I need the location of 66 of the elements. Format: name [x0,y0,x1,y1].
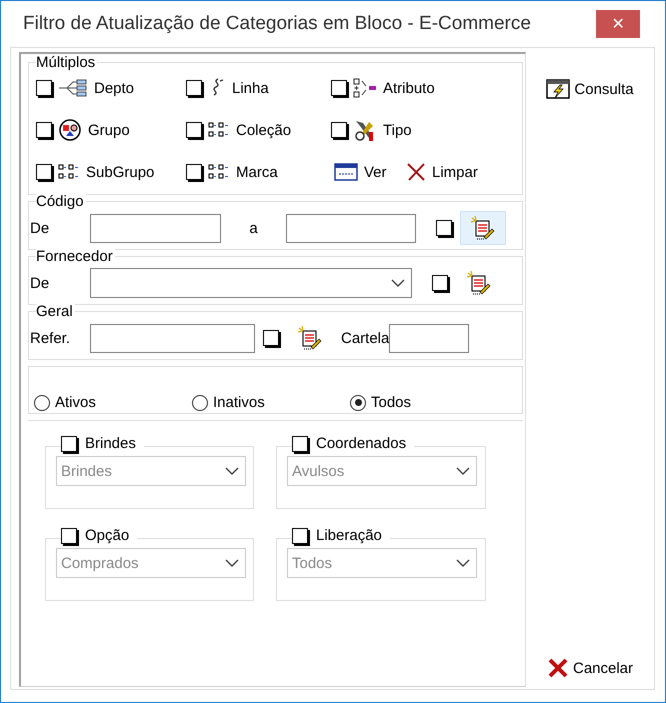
cancel-button[interactable]: Cancelar [544,655,636,681]
radio-circle[interactable] [192,394,208,410]
edit-button[interactable] [460,211,506,245]
toolbar-button[interactable]: Ver [331,157,390,187]
checkbox-label: Coleção [236,122,292,138]
input-field[interactable] [90,324,255,352]
chevron-down-icon [391,279,405,287]
attribute-icon [353,78,377,98]
edit-document-icon [466,270,492,296]
radio-option[interactable]: Todos [350,394,508,411]
tree-diagram-icon [58,79,88,97]
group-title: Código [36,193,86,210]
group-title: Múltiplos [36,54,98,71]
grid-dots-icon [208,163,230,181]
radio-circle[interactable] [350,394,366,410]
chevron-down-icon [225,467,239,475]
checkbox[interactable] [331,122,347,138]
chevron-down-icon [225,559,239,567]
checkbox[interactable] [36,122,52,138]
checkbox[interactable] [186,164,202,180]
checkbox-label: Grupo [88,122,130,138]
checkbox[interactable] [436,220,452,236]
radio-option[interactable]: Inativos [192,394,350,411]
input-field[interactable] [90,214,221,242]
window-title: Filtro de Atualização de Categorias em Bloco - E-Commerce [23,13,531,35]
radio-option[interactable]: Ativos [34,394,192,411]
group-circle-icon [58,119,82,141]
checkbox[interactable] [331,80,347,96]
input-field[interactable] [286,214,416,242]
option-title: Liberação [316,527,382,544]
checkbox[interactable] [186,122,202,138]
query-button[interactable]: Consulta [544,76,636,102]
checkbox-label: Tipo [383,122,412,138]
edit-document-icon [297,325,323,351]
lightning-icon [546,78,570,100]
toolbar-button[interactable]: Limpar [403,157,481,187]
grid-dots-icon [208,121,230,139]
checkbox[interactable] [186,80,202,96]
chevron-down-icon [456,559,470,567]
checkbox[interactable] [36,80,52,96]
window-icon [334,163,358,181]
field-label: Refer. [30,330,72,346]
close-icon [546,657,569,679]
radio-circle[interactable] [34,394,50,410]
checkbox-label: Linha [232,80,269,96]
field-label: De [30,274,50,292]
checkbox-label: Atributo [383,80,435,96]
field-label: De [30,220,50,236]
input-field[interactable] [389,324,470,352]
option-title: Brindes [85,435,136,452]
checkbox-label: Depto [94,80,134,96]
close-button[interactable]: ✕ [596,10,640,38]
chevron-down-icon [456,467,470,475]
checkbox[interactable] [36,164,52,180]
field-label: a [248,220,259,236]
checkbox[interactable] [432,275,448,291]
field-label: Cartela [341,330,390,346]
dropdown-field[interactable] [90,268,412,298]
grid-dots-icon [58,163,80,181]
checkbox[interactable] [263,330,279,346]
option-title: Coordenados [316,435,406,452]
edit-document-icon [470,215,496,241]
checkbox-label: SubGrupo [86,164,154,180]
option-title: Opção [85,527,130,544]
close-icon [406,162,426,182]
checkbox-label: Marca [236,164,278,180]
